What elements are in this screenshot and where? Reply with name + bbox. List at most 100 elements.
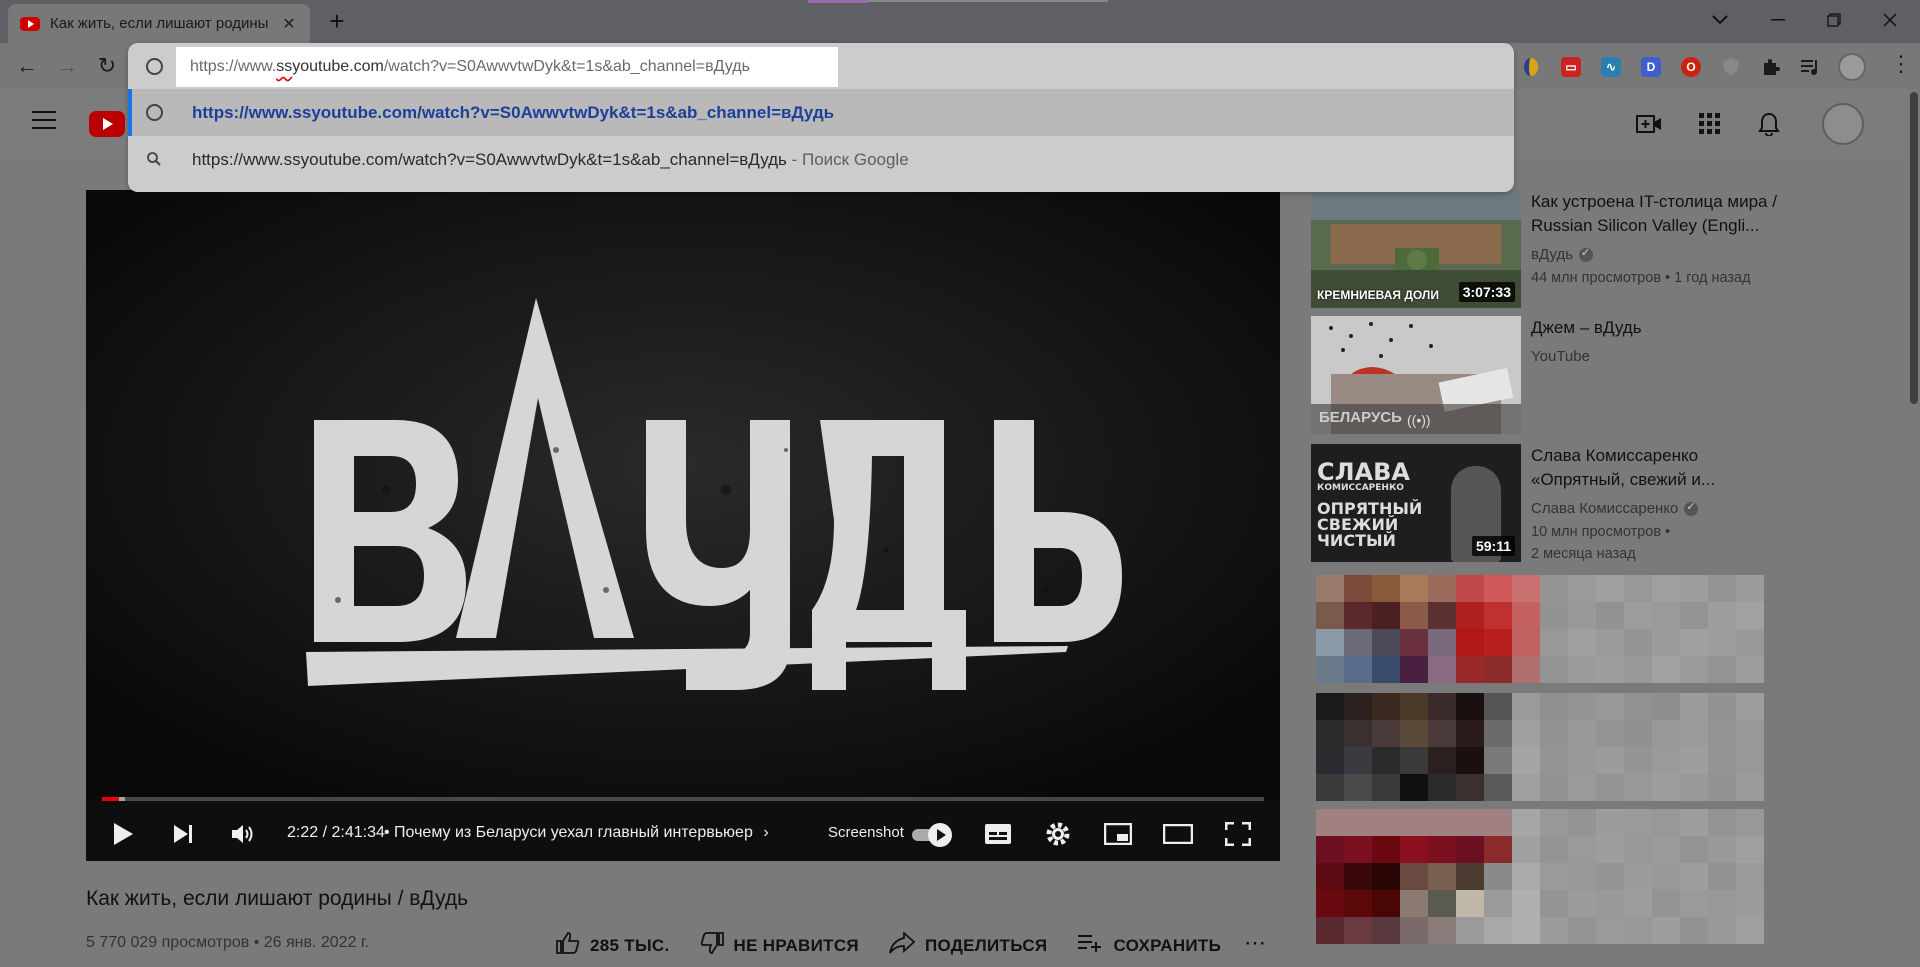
next-video-icon[interactable] bbox=[166, 818, 200, 850]
mosaic-cell bbox=[1596, 629, 1624, 656]
reload-icon[interactable]: ↻ bbox=[92, 51, 122, 81]
ext-shield-icon[interactable] bbox=[1718, 54, 1744, 80]
mosaic-cell bbox=[1680, 575, 1708, 602]
mosaic-cell bbox=[1512, 917, 1540, 944]
mosaic-cell bbox=[1736, 656, 1764, 683]
screenshot-toggle[interactable] bbox=[912, 822, 952, 847]
miniplayer-icon[interactable] bbox=[1100, 818, 1136, 850]
suggestion-search-text: https://www.ssyoutube.com/watch?v=S0Awwv… bbox=[192, 149, 909, 169]
recommendation-channel[interactable]: YouTube bbox=[1531, 348, 1590, 365]
mosaic-cell bbox=[1456, 809, 1484, 836]
minimize-icon[interactable] bbox=[1748, 4, 1808, 36]
dislike-button[interactable]: НЕ НРАВИТСЯ bbox=[700, 932, 859, 960]
ext-pulse-icon[interactable]: ∿ bbox=[1598, 54, 1624, 80]
mosaic-cell bbox=[1372, 720, 1400, 747]
mosaic-cell bbox=[1708, 575, 1736, 602]
url-spellcheck-fragment: ss bbox=[276, 58, 293, 75]
mosaic-cell bbox=[1344, 747, 1372, 774]
mosaic-cell bbox=[1512, 836, 1540, 863]
mosaic-cell bbox=[1512, 863, 1540, 890]
omnibox-suggestion-search[interactable]: https://www.ssyoutube.com/watch?v=S0Awwv… bbox=[128, 136, 1514, 183]
omnibox-suggestion-url[interactable]: https://www.ssyoutube.com/watch?v=S0Awwv… bbox=[128, 89, 1514, 136]
browser-tab-active[interactable]: Как жить, если лишают родины ✕ bbox=[8, 4, 310, 43]
recommendation-channel[interactable]: вДудь bbox=[1531, 246, 1594, 263]
time-display: 2:22 / 2:41:34 bbox=[287, 824, 385, 842]
account-avatar[interactable] bbox=[1822, 103, 1864, 145]
apps-grid-icon[interactable] bbox=[1695, 109, 1725, 139]
profile-avatar[interactable] bbox=[1838, 53, 1866, 81]
mosaic-cell bbox=[1568, 747, 1596, 774]
create-video-icon[interactable] bbox=[1634, 109, 1664, 139]
play-icon[interactable] bbox=[106, 818, 140, 850]
tab-search-chevron-icon[interactable] bbox=[1690, 4, 1750, 36]
more-actions-icon[interactable]: ⋯ bbox=[1244, 930, 1266, 956]
mosaic-cell bbox=[1512, 890, 1540, 917]
video-player[interactable]: 2:22 / 2:41:34 • Почему из Беларуси уеха… bbox=[86, 190, 1280, 861]
tab-close-icon[interactable]: ✕ bbox=[280, 14, 298, 34]
theater-mode-icon[interactable] bbox=[1160, 818, 1196, 850]
recommendation-item[interactable]: СЛАВА КОМИССАРЕНКО ОПРЯТНЫЙ СВЕЖИЙ ЧИСТЫ… bbox=[1311, 444, 1911, 562]
mosaic-cell bbox=[1624, 629, 1652, 656]
progress-bar-track[interactable] bbox=[102, 797, 1264, 801]
youtube-logo[interactable] bbox=[89, 111, 125, 137]
address-bar-input[interactable]: https://www. ss youtube.com/watch?v=S0Awwv… bbox=[176, 47, 838, 87]
notifications-bell-icon[interactable] bbox=[1754, 109, 1784, 139]
verified-badge-icon bbox=[1684, 500, 1699, 517]
mosaic-cell bbox=[1512, 809, 1540, 836]
fullscreen-icon[interactable] bbox=[1220, 818, 1256, 850]
share-button[interactable]: ПОДЕЛИТЬСЯ bbox=[889, 930, 1048, 960]
mosaic-cell bbox=[1540, 917, 1568, 944]
recommendation-thumbnail[interactable]: СЛАВА КОМИССАРЕНКО ОПРЯТНЫЙ СВЕЖИЙ ЧИСТЫ… bbox=[1311, 444, 1521, 562]
recommendation-thumbnail[interactable]: БЕЛАРУСЬ ((•)) bbox=[1311, 316, 1521, 434]
page-scrollbar-thumb[interactable] bbox=[1910, 92, 1918, 404]
ext-red-icon[interactable]: ▭ bbox=[1558, 54, 1584, 80]
close-window-icon[interactable] bbox=[1860, 4, 1920, 36]
recommendation-item[interactable]: БЕЛАРУСЬ ((•)) Джем – вДудь YouTube bbox=[1311, 316, 1911, 434]
subtitles-icon[interactable] bbox=[980, 818, 1016, 850]
restore-icon[interactable] bbox=[1804, 4, 1864, 36]
recommendation-thumbnail[interactable]: КРЕМНИЕВАЯ ДОЛИ 3:07:33 bbox=[1311, 190, 1521, 308]
recommendation-title[interactable]: Слава Комиссаренко «Опрятный, свежий и..… bbox=[1531, 444, 1791, 492]
recommendation-item[interactable]: КРЕМНИЕВАЯ ДОЛИ 3:07:33 Как устроена IT-… bbox=[1311, 190, 1911, 308]
recommendation-title[interactable]: Джем – вДудь bbox=[1531, 316, 1791, 340]
puzzle-icon[interactable] bbox=[1758, 54, 1784, 80]
mosaic-cell bbox=[1680, 693, 1708, 720]
back-arrow-icon[interactable]: ← bbox=[12, 51, 42, 81]
volume-icon[interactable] bbox=[226, 818, 260, 850]
ext-yellow-icon[interactable] bbox=[1518, 54, 1544, 80]
recommendation-channel[interactable]: Слава Комиссаренко bbox=[1531, 500, 1699, 517]
mosaic-cell bbox=[1596, 720, 1624, 747]
site-info-globe-icon[interactable] bbox=[146, 58, 163, 75]
mosaic-cell bbox=[1372, 629, 1400, 656]
mosaic-cell bbox=[1680, 809, 1708, 836]
mosaic-cell bbox=[1316, 774, 1344, 801]
mosaic-cell bbox=[1344, 890, 1372, 917]
recommendation-stats: 10 млн просмотров • bbox=[1531, 524, 1671, 540]
mosaic-cell bbox=[1344, 774, 1372, 801]
mosaic-cell bbox=[1400, 863, 1428, 890]
new-tab-plus-icon[interactable]: + bbox=[322, 6, 352, 37]
browser-menu-icon[interactable]: ⋮ bbox=[1890, 51, 1912, 77]
video-duration-badge: 59:11 bbox=[1471, 536, 1515, 556]
forward-arrow-icon[interactable]: → bbox=[52, 51, 82, 81]
mosaic-cell bbox=[1428, 917, 1456, 944]
ext-d-icon[interactable]: D bbox=[1638, 54, 1664, 80]
media-icon[interactable] bbox=[1798, 54, 1824, 80]
chapter-title[interactable]: • Почему из Беларуси уехал главный интер… bbox=[384, 824, 769, 842]
mosaic-cell bbox=[1540, 863, 1568, 890]
settings-gear-icon[interactable] bbox=[1040, 818, 1076, 850]
hamburger-menu-icon[interactable] bbox=[32, 111, 56, 129]
save-button[interactable]: СОХРАНИТЬ bbox=[1077, 933, 1221, 959]
ext-opera-icon[interactable]: O bbox=[1678, 54, 1704, 80]
mosaic-cell bbox=[1652, 629, 1680, 656]
mosaic-cell bbox=[1484, 917, 1512, 944]
progress-bar-played[interactable] bbox=[102, 797, 119, 801]
mosaic-cell bbox=[1596, 747, 1624, 774]
mosaic-cell bbox=[1316, 656, 1344, 683]
recommendation-title[interactable]: Как устроена IT-столица мира / Russian S… bbox=[1531, 190, 1791, 238]
mosaic-cell bbox=[1456, 656, 1484, 683]
mosaic-cell bbox=[1708, 809, 1736, 836]
mosaic-cell bbox=[1652, 836, 1680, 863]
like-button[interactable]: 285 ТЫС. bbox=[556, 932, 670, 960]
mosaic-cell bbox=[1456, 774, 1484, 801]
